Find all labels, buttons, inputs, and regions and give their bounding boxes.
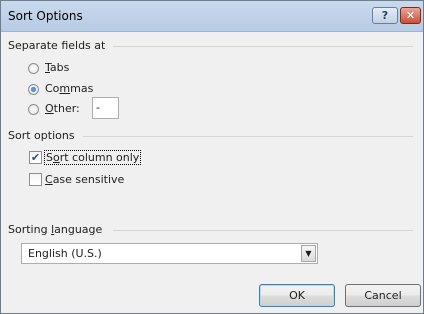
sort-options-divider bbox=[83, 136, 413, 137]
radio-other-label[interactable]: Other: bbox=[45, 102, 80, 115]
ok-button-label: OK bbox=[289, 289, 305, 302]
radio-commas-label[interactable]: Commas bbox=[45, 82, 93, 95]
sorting-language-heading: Sorting language bbox=[8, 223, 103, 236]
radio-commas[interactable] bbox=[28, 84, 39, 95]
cancel-button-label: Cancel bbox=[364, 289, 402, 302]
sort-options-heading: Sort options bbox=[8, 129, 75, 142]
help-button[interactable]: ? bbox=[372, 7, 398, 24]
checkbox-sort-column-only[interactable]: ✔ bbox=[29, 151, 42, 164]
radio-tabs[interactable] bbox=[28, 63, 39, 74]
checkbox-case-sensitive[interactable] bbox=[29, 173, 42, 186]
radio-other[interactable] bbox=[28, 104, 39, 115]
separate-fields-heading: Separate fields at bbox=[8, 39, 106, 52]
help-icon: ? bbox=[381, 9, 389, 22]
sorting-language-divider bbox=[113, 230, 413, 231]
radio-tabs-label[interactable]: Tabs bbox=[45, 61, 69, 74]
separate-fields-divider bbox=[113, 46, 413, 47]
dialog-title: Sort Options bbox=[8, 9, 83, 23]
sorting-language-value: English (U.S.) bbox=[28, 247, 102, 260]
sorting-language-select[interactable]: English (U.S.) ▼ bbox=[21, 243, 318, 264]
chevron-down-icon: ▼ bbox=[305, 249, 312, 258]
cancel-button[interactable]: Cancel bbox=[345, 284, 421, 307]
other-separator-input[interactable]: - bbox=[92, 97, 119, 119]
sort-options-dialog: Sort Options ? ✕ Separate fields at Tabs… bbox=[0, 0, 424, 314]
close-button[interactable]: ✕ bbox=[400, 7, 421, 24]
close-icon: ✕ bbox=[405, 9, 416, 22]
dropdown-arrow-button[interactable]: ▼ bbox=[301, 245, 316, 262]
ok-button[interactable]: OK bbox=[259, 284, 335, 307]
checkbox-sort-column-only-label[interactable]: Sort column only bbox=[43, 150, 142, 165]
checkbox-case-sensitive-label[interactable]: Case sensitive bbox=[45, 173, 124, 186]
title-bar[interactable]: Sort Options ? ✕ bbox=[1, 1, 423, 32]
checkmark-icon: ✔ bbox=[30, 151, 41, 164]
